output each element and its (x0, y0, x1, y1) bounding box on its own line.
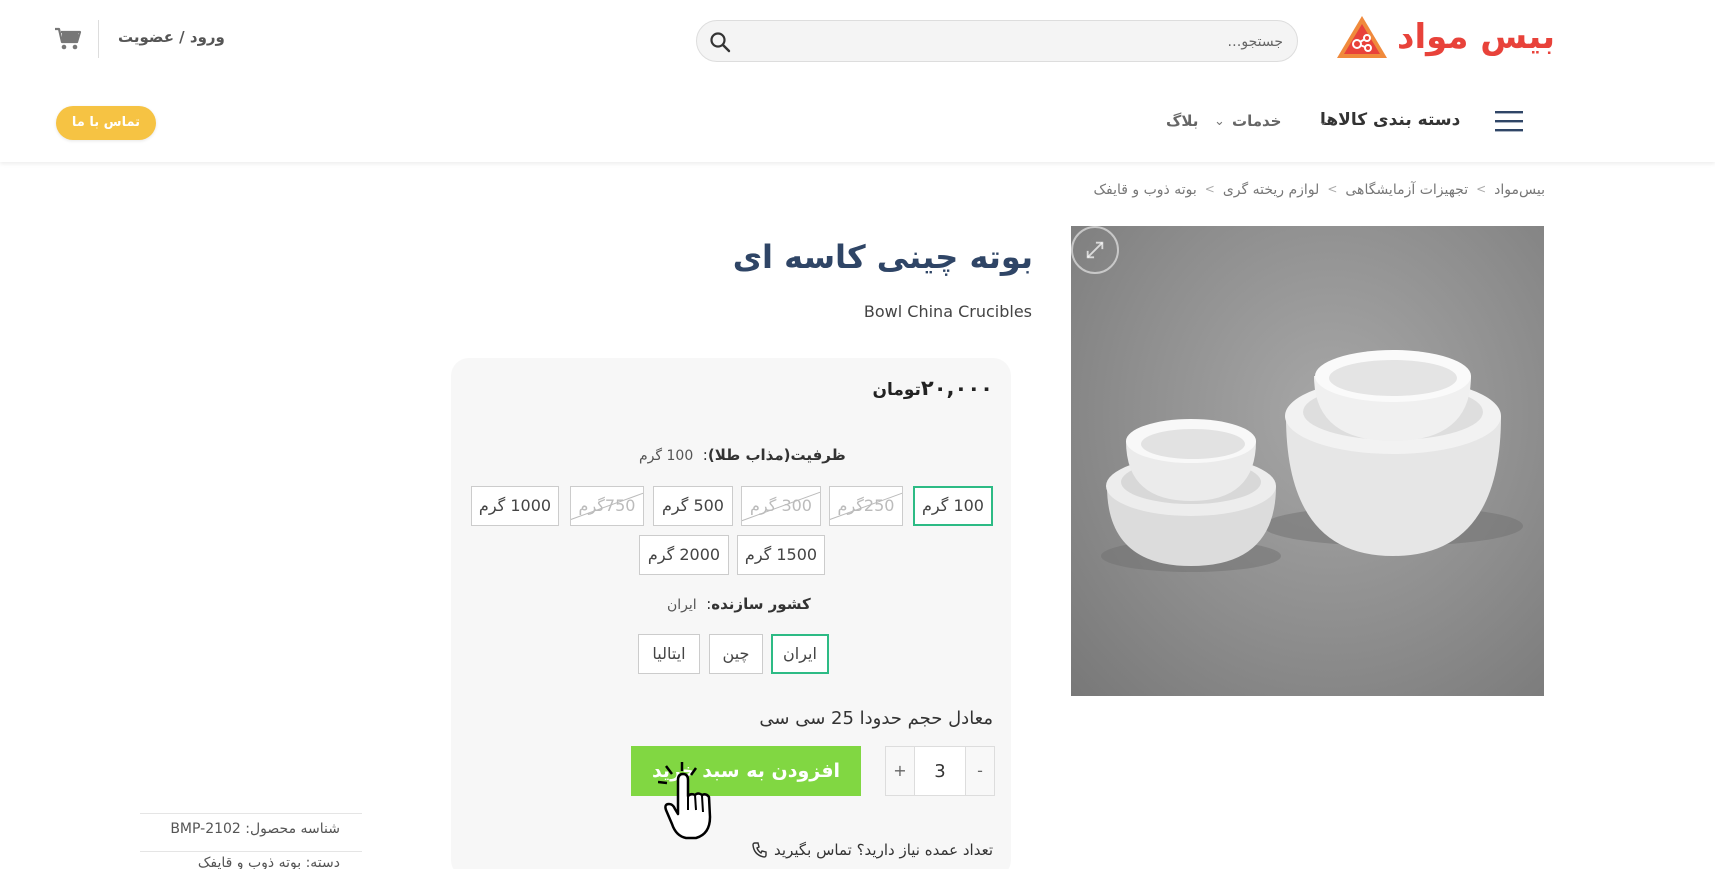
nav-services[interactable]: خدمات (1232, 112, 1281, 130)
header-divider (98, 20, 99, 58)
capacity-selected-value: 100 گرم (639, 448, 694, 464)
crucibles-photo (1101, 350, 1523, 572)
country-option-china[interactable]: چین (709, 634, 763, 674)
sku-value: BMP-2102 (170, 821, 241, 837)
country-attribute: کشور سازنده: ایران (667, 595, 811, 613)
price-currency: تومان (872, 380, 921, 400)
chevron-down-icon: ⌄ (1214, 114, 1225, 129)
country-option-iran[interactable]: ایران (771, 634, 829, 674)
breadcrumb-casting-supplies[interactable]: لوازم ریخته گری (1223, 182, 1320, 198)
breadcrumb-crucibles[interactable]: بوته ذوب و قایفک (1093, 182, 1196, 198)
breadcrumb-separator: > (1327, 182, 1338, 196)
country-label: کشور سازنده (711, 595, 811, 613)
search-input[interactable] (743, 29, 1283, 55)
capacity-option-100[interactable]: 100 گرم (913, 486, 993, 526)
purchase-panel: ۲۰,۰۰۰تومان ظرفیت(مذاب طلا): 100 گرم 100… (451, 358, 1011, 869)
capacity-option-1000[interactable]: 1000 گرم (471, 486, 559, 526)
contact-us-button[interactable]: تماس با ما (56, 106, 156, 140)
product-category[interactable]: دسته: بوته ذوب و قایفک (198, 855, 340, 869)
search-icon[interactable] (709, 31, 731, 53)
breadcrumb: بیس‌مواد > تجهیزات آزمایشگاهی > لوازم ری… (1093, 182, 1545, 198)
capacity-option-1500[interactable]: 1500 گرم (737, 535, 825, 575)
meta-divider (140, 813, 362, 814)
product-price: ۲۰,۰۰۰تومان (872, 376, 993, 400)
capacity-option-750: 750گرم (570, 486, 644, 526)
cart-icon[interactable] (54, 26, 82, 52)
capacity-attribute: ظرفیت(مذاب طلا): 100 گرم (639, 446, 846, 464)
capacity-option-250: 250گرم (829, 486, 903, 526)
capacity-option-500[interactable]: 500 گرم (653, 486, 733, 526)
phone-icon (752, 842, 767, 858)
capacity-option-300: 300 گرم (741, 486, 821, 526)
hand-cursor-icon (658, 762, 712, 840)
product-image[interactable] (1071, 226, 1544, 696)
site-logo[interactable]: بیس مواد (1335, 14, 1556, 60)
quantity-input[interactable] (914, 747, 966, 795)
logo-flask-icon (1337, 16, 1387, 58)
site-header: بیس مواد ورود / عضویت دسته بندی کالاها ⌄… (0, 0, 1715, 162)
breadcrumb-separator: > (1204, 182, 1215, 196)
breadcrumb-separator: > (1476, 182, 1487, 196)
logo-text: بیس مواد (1397, 17, 1556, 57)
login-register-link[interactable]: ورود / عضویت (118, 28, 225, 46)
nav-blog[interactable]: بلاگ (1166, 112, 1198, 130)
country-option-italy[interactable]: ایتالیا (638, 634, 700, 674)
bulk-order-contact[interactable]: تعداد عمده نیاز دارید؟ تماس بگیرید (752, 841, 993, 859)
capacity-label: ظرفیت(مذاب طلا) (707, 446, 846, 464)
sku-label: شناسه محصول: (245, 821, 340, 837)
search-box (696, 20, 1298, 62)
chevron-down-icon: ⌄ (1318, 114, 1329, 129)
breadcrumb-home[interactable]: بیس‌مواد (1494, 182, 1545, 198)
price-amount: ۲۰,۰۰۰ (920, 376, 993, 400)
quantity-stepper: + - (885, 746, 995, 796)
breadcrumb-lab-equipment[interactable]: تجهیزات آزمایشگاهی (1345, 182, 1468, 198)
capacity-option-2000[interactable]: 2000 گرم (639, 535, 729, 575)
bulk-order-text: تعداد عمده نیاز دارید؟ تماس بگیرید (774, 841, 993, 859)
product-sku: شناسه محصول: BMP-2102 (170, 821, 340, 837)
product-title: بوته چینی کاسه ای (732, 238, 1033, 276)
country-selected-value: ایران (667, 597, 697, 613)
meta-divider (140, 851, 362, 852)
quantity-increase-button[interactable]: + (886, 747, 914, 795)
quantity-decrease-button[interactable]: - (966, 747, 994, 795)
volume-note: معادل حجم حدودا 25 سی سی (759, 708, 993, 729)
hamburger-icon[interactable] (1495, 110, 1523, 132)
product-subtitle: Bowl China Crucibles (863, 302, 1032, 321)
nav-categories[interactable]: دسته بندی کالاها (1320, 110, 1460, 130)
zoom-icon[interactable] (1071, 226, 1119, 274)
